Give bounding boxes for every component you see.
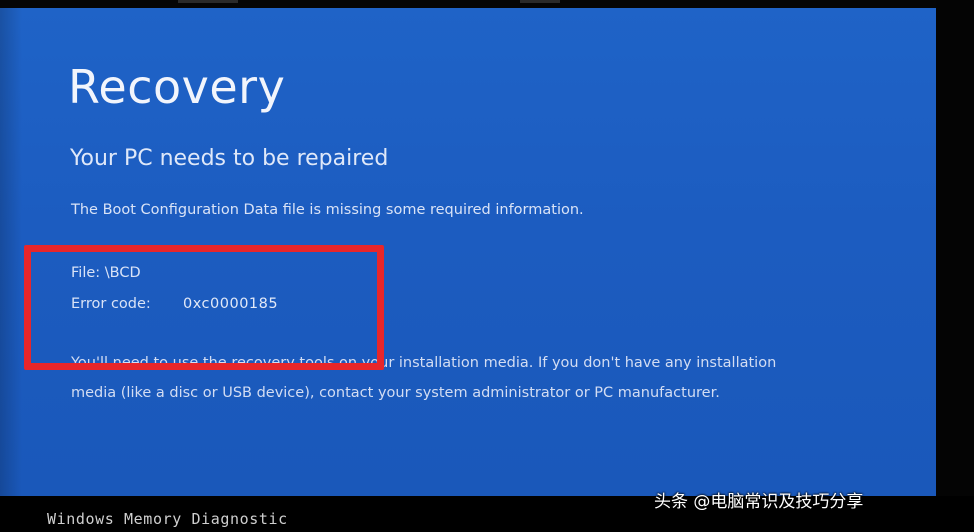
page-title: Recovery	[68, 60, 286, 114]
top-bezel-artifact	[178, 0, 238, 3]
console-text: Windows Memory Diagnostic	[47, 510, 288, 528]
red-highlight-box	[24, 245, 384, 370]
photo-of-monitor: Recovery Your PC needs to be repaired Th…	[0, 0, 974, 532]
watermark: 头条 @电脑常识及技巧分享	[654, 488, 864, 512]
error-message: The Boot Configuration Data file is miss…	[71, 202, 584, 218]
top-bezel-artifact	[520, 0, 560, 3]
watermark-text: 头条 @电脑常识及技巧分享	[654, 491, 864, 512]
screen-shadow	[0, 8, 22, 496]
help-text-line-2: media (like a disc or USB device), conta…	[71, 385, 720, 401]
top-bezel	[0, 0, 974, 8]
page-subtitle: Your PC needs to be repaired	[70, 146, 389, 171]
right-bezel	[936, 0, 974, 532]
